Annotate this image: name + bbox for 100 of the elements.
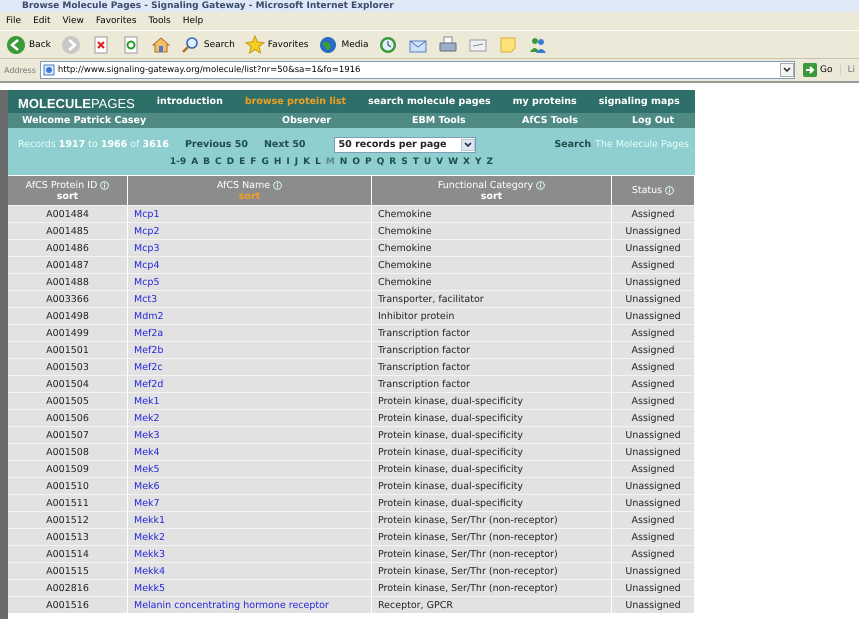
letter-link[interactable]: O xyxy=(352,156,360,166)
per-page-select[interactable]: 50 records per page xyxy=(334,136,476,152)
table-cell: Unassigned xyxy=(612,273,695,290)
protein-link[interactable]: Mek3 xyxy=(134,430,160,440)
search-link[interactable]: Search xyxy=(554,139,592,150)
menu-item[interactable]: Help xyxy=(182,16,204,26)
protein-link[interactable]: Mek7 xyxy=(134,498,160,508)
menu-item[interactable]: Tools xyxy=(148,16,171,26)
user-menu-link[interactable]: Observer xyxy=(282,115,412,126)
letter-link[interactable]: Z xyxy=(486,156,494,166)
table-cell: A001486 xyxy=(8,239,128,256)
protein-link[interactable]: Mekk1 xyxy=(134,514,166,526)
letter-link[interactable]: T xyxy=(412,156,419,166)
protein-link[interactable]: Melanin concentrating hormone receptor xyxy=(134,600,329,610)
protein-link[interactable]: Mcp5 xyxy=(134,276,160,288)
protein-link[interactable]: Mdm2 xyxy=(134,310,164,322)
toolbar-button[interactable]: Search xyxy=(178,34,237,56)
protein-link[interactable]: Mef2c xyxy=(134,362,163,372)
table-cell: A001508 xyxy=(8,443,128,460)
protein-link[interactable]: Mef2a xyxy=(134,328,164,338)
toolbar-button[interactable]: Favorites xyxy=(242,34,310,56)
arrow-right-icon xyxy=(803,63,817,77)
letter-link[interactable]: J xyxy=(294,156,298,166)
table-cell: Unassigned xyxy=(612,307,695,324)
site-logo[interactable]: MOLECULEPAGES xyxy=(18,96,135,113)
letter-link[interactable]: U xyxy=(424,156,432,166)
letter-link[interactable]: F xyxy=(250,156,256,166)
table-cell: Assigned xyxy=(612,528,695,545)
letter-link[interactable]: 1-9 xyxy=(170,156,186,166)
letter-link[interactable]: N xyxy=(340,156,348,166)
letter-link[interactable]: R xyxy=(389,156,396,166)
next-link[interactable]: Next 50 xyxy=(264,139,306,150)
letter-link[interactable]: V xyxy=(436,156,444,166)
previous-link[interactable]: Previous 50 xyxy=(184,139,248,150)
letter-link[interactable]: W xyxy=(448,156,458,166)
menu-item[interactable]: Favorites xyxy=(96,16,137,26)
letter-link[interactable]: D xyxy=(226,156,234,166)
protein-link[interactable]: Mekk2 xyxy=(134,532,166,542)
toolbar-button[interactable]: Media xyxy=(316,34,370,56)
protein-link[interactable]: Mct3 xyxy=(134,294,158,304)
sort-link[interactable]: sort xyxy=(480,190,502,202)
letter-link[interactable]: H xyxy=(274,156,282,166)
table-cell: A002816 xyxy=(8,579,128,596)
protein-link[interactable]: Mekk5 xyxy=(134,582,166,594)
nav-link[interactable]: search molecule pages xyxy=(368,96,491,113)
sort-link[interactable]: sort xyxy=(56,190,78,202)
menu-item[interactable]: Edit xyxy=(33,16,50,26)
info-icon[interactable] xyxy=(665,186,674,195)
letter-link[interactable]: X xyxy=(463,156,470,166)
letter-link[interactable]: C xyxy=(215,156,222,166)
letter-link[interactable]: L xyxy=(315,156,321,166)
protein-link[interactable]: Mek4 xyxy=(134,446,160,458)
table-cell: A001505 xyxy=(8,392,128,409)
nav-link[interactable]: signaling maps xyxy=(598,96,680,113)
protein-link[interactable]: Mekk3 xyxy=(134,548,166,560)
info-icon[interactable] xyxy=(100,180,110,190)
protein-link[interactable]: Mcp3 xyxy=(134,242,160,254)
protein-link[interactable]: Mef2d xyxy=(134,378,164,390)
letter-link[interactable]: G xyxy=(261,156,269,166)
user-menu-link[interactable]: EBM Tools xyxy=(412,115,522,126)
toolbar-button[interactable]: Back xyxy=(4,34,53,56)
address-field[interactable]: http://www.signaling-gateway.org/molecule/list?nr=50&sa=1&fo=1916 xyxy=(40,61,795,79)
dropdown-button[interactable] xyxy=(780,63,794,77)
table-cell: A003366 xyxy=(8,290,128,307)
letter-link[interactable]: K xyxy=(303,156,310,166)
protein-link[interactable]: Mek1 xyxy=(134,396,160,406)
user-menu-link[interactable]: AfCS Tools xyxy=(522,115,632,126)
table-cell: A001485 xyxy=(8,222,128,239)
letter-link[interactable]: B xyxy=(203,156,210,166)
protein-link[interactable]: Mek2 xyxy=(134,412,160,424)
letter-link[interactable]: Q xyxy=(376,156,384,166)
letter-link[interactable]: P xyxy=(365,156,372,166)
protein-link[interactable]: Mekk4 xyxy=(134,566,166,576)
table-cell: Protein kinase, Ser/Thr (non-receptor) xyxy=(372,579,612,596)
letter-link[interactable]: I xyxy=(286,156,290,166)
protein-link[interactable]: Mcp2 xyxy=(134,226,160,236)
go-button[interactable]: Go xyxy=(799,63,836,77)
protein-link[interactable]: Mek5 xyxy=(134,464,160,474)
table-cell: Chemokine xyxy=(372,239,612,256)
protein-link[interactable]: Mek6 xyxy=(134,480,160,492)
links-label[interactable]: Li xyxy=(840,65,855,75)
nav-link[interactable]: my proteins xyxy=(512,96,577,113)
menu-item[interactable]: View xyxy=(62,16,84,26)
protein-link[interactable]: Mcp1 xyxy=(134,208,160,220)
protein-link[interactable]: Mef2b xyxy=(134,344,164,356)
letter-link[interactable]: A xyxy=(191,156,198,166)
menu-item[interactable]: File xyxy=(6,16,22,26)
info-icon[interactable] xyxy=(536,180,546,190)
letter-link[interactable]: Y xyxy=(475,156,482,166)
info-icon[interactable] xyxy=(273,180,282,190)
protein-link[interactable]: Mcp4 xyxy=(134,260,160,270)
nav-link[interactable]: introduction xyxy=(156,96,223,113)
user-menu-link[interactable]: Log Out xyxy=(632,115,695,126)
letter-link[interactable]: S xyxy=(401,156,408,166)
table-cell: Protein kinase, Ser/Thr (non-receptor) xyxy=(372,511,612,528)
table-cell: A001510 xyxy=(8,477,128,494)
table-cell: Inhibitor protein xyxy=(372,307,612,324)
letter-link[interactable]: E xyxy=(239,156,246,166)
table-cell: A001514 xyxy=(8,545,128,562)
address-label: Address xyxy=(4,66,36,74)
